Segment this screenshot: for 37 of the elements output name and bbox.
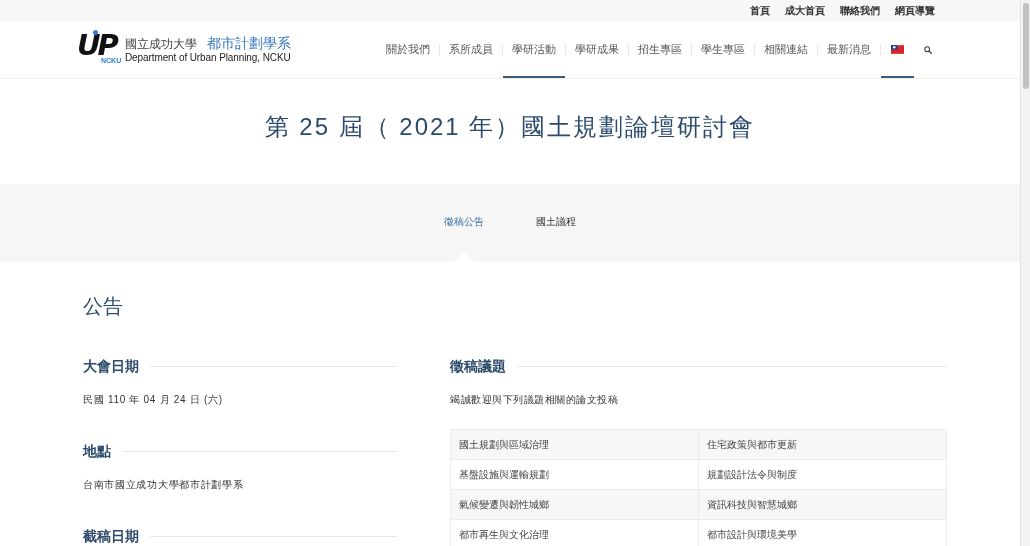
flag-icon bbox=[891, 45, 904, 54]
block-text: 台南市國立成功大學都市計劃學系 bbox=[83, 478, 245, 492]
scrollbar[interactable] bbox=[1020, 0, 1030, 546]
block-heading: 截稿日期 bbox=[83, 527, 139, 546]
top-link[interactable]: 首頁 bbox=[750, 4, 770, 17]
page-title: 第 25 屆（ 2021 年）國土規劃論壇研討會 bbox=[263, 112, 757, 142]
nav-item[interactable]: 關於我們 bbox=[377, 21, 439, 78]
intro-text: 竭誠歡迎與下列議題相關的論文投稿 bbox=[450, 393, 619, 407]
block-heading: 地點 bbox=[83, 442, 111, 461]
table-cell: 氣候變遷與韌性城鄉 bbox=[451, 490, 699, 520]
block-heading: 徵稿議題 bbox=[450, 357, 506, 376]
department-name-english: Department of Urban Planning, NCKU bbox=[125, 51, 291, 64]
table-cell: 資訊科技與智慧城鄉 bbox=[698, 490, 946, 520]
dot-icon bbox=[92, 30, 98, 35]
tab[interactable]: 徵稿公告 bbox=[434, 209, 494, 235]
nav-item[interactable]: 招生專區 bbox=[629, 21, 691, 78]
logo-mark[interactable]: UP bbox=[77, 34, 116, 56]
scrollbar-thumb[interactable] bbox=[1023, 3, 1029, 89]
nav-item[interactable]: 相關連結 bbox=[755, 21, 817, 78]
university-name: 國立成功大學 bbox=[125, 35, 197, 52]
nav-item[interactable]: 最新消息 bbox=[818, 21, 880, 78]
table-cell: 國土規劃與區域治理 bbox=[451, 430, 699, 460]
table-cell: 基盤設施與運輸規劃 bbox=[451, 460, 699, 490]
section-heading: 公告 bbox=[83, 294, 124, 318]
table-cell: 住宅政策與都市更新 bbox=[698, 430, 946, 460]
block-heading: 大會日期 bbox=[83, 357, 139, 376]
block-text: 民國 110 年 04 月 24 日 (六) bbox=[83, 393, 224, 407]
top-link[interactable]: 成大首頁 bbox=[785, 4, 825, 17]
department-name: 都市計劃學系 bbox=[207, 35, 291, 52]
nav-item[interactable]: 學生專區 bbox=[692, 21, 754, 78]
nav-item[interactable]: 學研活動 bbox=[503, 21, 565, 78]
top-link[interactable]: 網頁導覽 bbox=[895, 4, 935, 17]
tab[interactable]: 國土議程 bbox=[526, 209, 586, 235]
nav-item[interactable]: 系所成員 bbox=[440, 21, 502, 78]
top-link[interactable]: 聯絡我們 bbox=[840, 4, 880, 17]
search-icon bbox=[924, 45, 932, 54]
nav-item[interactable]: 學研成果 bbox=[566, 21, 628, 78]
